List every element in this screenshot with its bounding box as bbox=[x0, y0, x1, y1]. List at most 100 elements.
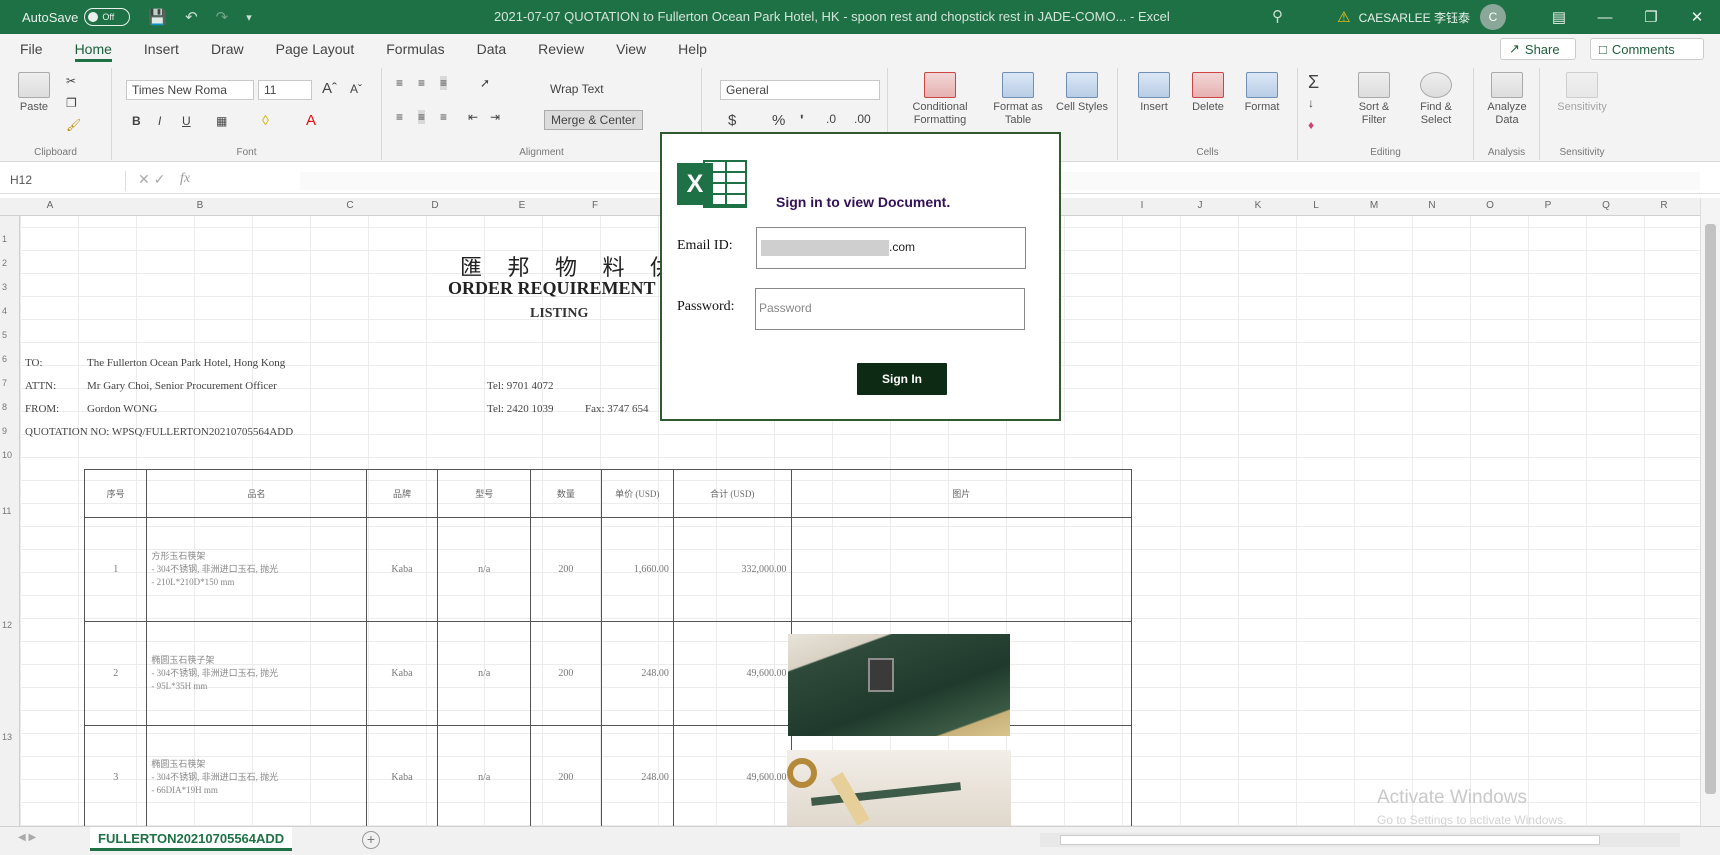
format-painter-icon[interactable]: 🖌 bbox=[66, 118, 81, 132]
align-bottom-icon[interactable]: ≡ bbox=[440, 76, 448, 90]
row-header[interactable]: 7 bbox=[2, 378, 7, 388]
find-select-button[interactable]: Find & Select bbox=[1406, 72, 1466, 127]
format-cells-button[interactable]: Format bbox=[1236, 72, 1288, 114]
borders-icon[interactable]: ▦ bbox=[216, 114, 227, 128]
col-header[interactable]: K bbox=[1248, 200, 1268, 211]
name-box[interactable]: H12 bbox=[6, 171, 126, 191]
delete-cells-button[interactable]: Delete bbox=[1182, 72, 1234, 114]
restore-icon[interactable]: ❐ bbox=[1628, 8, 1674, 26]
row-header[interactable]: 11 bbox=[2, 506, 11, 516]
vertical-scroll-thumb[interactable] bbox=[1705, 224, 1716, 794]
col-header[interactable]: O bbox=[1480, 200, 1500, 211]
align-left-icon[interactable]: ≡ bbox=[396, 110, 403, 124]
insert-cells-button[interactable]: Insert bbox=[1128, 72, 1180, 114]
conditional-formatting-button[interactable]: Conditional Formatting bbox=[900, 72, 980, 127]
email-field[interactable]: .com bbox=[756, 227, 1026, 269]
col-header[interactable]: F bbox=[585, 200, 605, 211]
row-header[interactable]: 10 bbox=[2, 450, 12, 460]
tab-insert[interactable]: Insert bbox=[128, 34, 195, 64]
ribbon-display-icon[interactable]: ▤ bbox=[1536, 8, 1582, 26]
decrease-indent-icon[interactable]: ⇤ bbox=[468, 110, 478, 124]
tab-draw[interactable]: Draw bbox=[195, 34, 260, 64]
horizontal-scrollbar[interactable] bbox=[1040, 833, 1680, 847]
function-icon[interactable]: fx bbox=[180, 171, 190, 187]
copy-icon[interactable]: ❐ bbox=[66, 96, 77, 110]
percent-icon[interactable]: % bbox=[772, 112, 785, 129]
search-icon[interactable]: ⚲ bbox=[1272, 7, 1283, 25]
autosum-icon[interactable]: Σ bbox=[1308, 72, 1319, 93]
increase-indent-icon[interactable]: ⇥ bbox=[490, 110, 500, 124]
col-header[interactable]: A bbox=[40, 200, 60, 211]
col-header[interactable]: N bbox=[1422, 200, 1442, 211]
font-color-icon[interactable]: A bbox=[306, 112, 316, 129]
col-header[interactable]: E bbox=[512, 200, 532, 211]
avatar[interactable]: C bbox=[1480, 4, 1506, 30]
grow-font-icon[interactable]: Aˆ bbox=[322, 80, 337, 97]
col-header[interactable]: M bbox=[1364, 200, 1384, 211]
vertical-scrollbar[interactable] bbox=[1700, 198, 1720, 826]
customize-toolbar-icon[interactable]: ▾ bbox=[246, 11, 252, 24]
save-icon[interactable]: 💾 bbox=[148, 8, 167, 26]
currency-icon[interactable]: $ bbox=[728, 112, 736, 129]
col-header[interactable]: R bbox=[1654, 200, 1674, 211]
tab-formulas[interactable]: Formulas bbox=[370, 34, 460, 64]
autosave-toggle[interactable]: Off bbox=[84, 8, 131, 26]
password-field[interactable]: Password bbox=[755, 288, 1025, 330]
comma-icon[interactable]: ʹ bbox=[800, 112, 804, 129]
format-as-table-button[interactable]: Format as Table bbox=[984, 72, 1052, 127]
user-name[interactable]: CAESARLEE 李钰泰 bbox=[1359, 9, 1470, 26]
add-sheet-button[interactable]: + bbox=[362, 831, 380, 849]
row-header[interactable]: 6 bbox=[2, 354, 7, 364]
font-name-select[interactable]: Times New Roma bbox=[126, 80, 254, 100]
redo-icon[interactable]: ↷ bbox=[216, 8, 229, 26]
row-header[interactable]: 3 bbox=[2, 282, 7, 292]
col-header[interactable]: C bbox=[340, 200, 360, 211]
tab-review[interactable]: Review bbox=[522, 34, 600, 64]
analyze-data-button[interactable]: Analyze Data bbox=[1478, 72, 1536, 127]
row-header[interactable]: 4 bbox=[2, 306, 7, 316]
row-header[interactable]: 9 bbox=[2, 426, 7, 436]
row-header[interactable]: 1 bbox=[2, 234, 7, 244]
align-center-icon[interactable]: ≡ bbox=[418, 110, 426, 124]
number-format-select[interactable]: General bbox=[720, 80, 880, 100]
close-icon[interactable]: ✕ bbox=[1674, 8, 1720, 26]
cut-icon[interactable]: ✂ bbox=[66, 74, 76, 88]
sign-in-button[interactable]: Sign In bbox=[857, 363, 947, 395]
row-header[interactable]: 8 bbox=[2, 402, 7, 412]
sheet-nav-arrows[interactable]: ◀ ▶ bbox=[18, 832, 36, 843]
merge-center-button[interactable]: Merge & Center bbox=[544, 110, 643, 130]
fill-icon[interactable]: ↓ bbox=[1308, 96, 1314, 110]
tab-file[interactable]: File bbox=[4, 34, 59, 64]
paste-button[interactable]: Paste bbox=[14, 72, 54, 114]
sheet-tab[interactable]: FULLERTON20210705564ADD bbox=[90, 827, 293, 851]
undo-icon[interactable]: ↶ bbox=[185, 8, 198, 26]
share-button[interactable]: ↗ Share bbox=[1500, 38, 1576, 60]
align-top-icon[interactable]: ≡ bbox=[396, 76, 403, 90]
col-header[interactable]: I bbox=[1132, 200, 1152, 211]
col-header[interactable]: Q bbox=[1596, 200, 1616, 211]
autosave[interactable]: AutoSave Off bbox=[22, 8, 131, 26]
wrap-text-button[interactable]: Wrap Text bbox=[550, 82, 604, 96]
tab-view[interactable]: View bbox=[600, 34, 662, 64]
clear-icon[interactable]: ♦ bbox=[1308, 118, 1314, 132]
row-header[interactable]: 12 bbox=[2, 620, 12, 630]
align-right-icon[interactable]: ≡ bbox=[440, 110, 447, 124]
col-header[interactable]: L bbox=[1306, 200, 1326, 211]
col-header[interactable]: D bbox=[425, 200, 445, 211]
row-header[interactable]: 13 bbox=[2, 732, 12, 742]
decrease-decimal-icon[interactable]: .00 bbox=[854, 112, 871, 126]
tab-help[interactable]: Help bbox=[662, 34, 723, 64]
tab-home[interactable]: Home bbox=[59, 34, 128, 64]
horizontal-scroll-thumb[interactable] bbox=[1060, 835, 1600, 845]
underline-icon[interactable]: U bbox=[182, 114, 191, 128]
shrink-font-icon[interactable]: Aˇ bbox=[350, 82, 362, 96]
row-header[interactable]: 5 bbox=[2, 330, 7, 340]
tab-page-layout[interactable]: Page Layout bbox=[260, 34, 371, 64]
col-header[interactable]: J bbox=[1190, 200, 1210, 211]
minimize-icon[interactable]: — bbox=[1582, 9, 1628, 26]
comments-button[interactable]: □ Comments bbox=[1590, 38, 1704, 60]
sensitivity-button[interactable]: Sensitivity bbox=[1550, 72, 1614, 114]
increase-decimal-icon[interactable]: .0 bbox=[826, 112, 836, 126]
fill-color-icon[interactable]: ◊ bbox=[262, 112, 269, 128]
orientation-icon[interactable]: ➚ bbox=[480, 76, 490, 90]
